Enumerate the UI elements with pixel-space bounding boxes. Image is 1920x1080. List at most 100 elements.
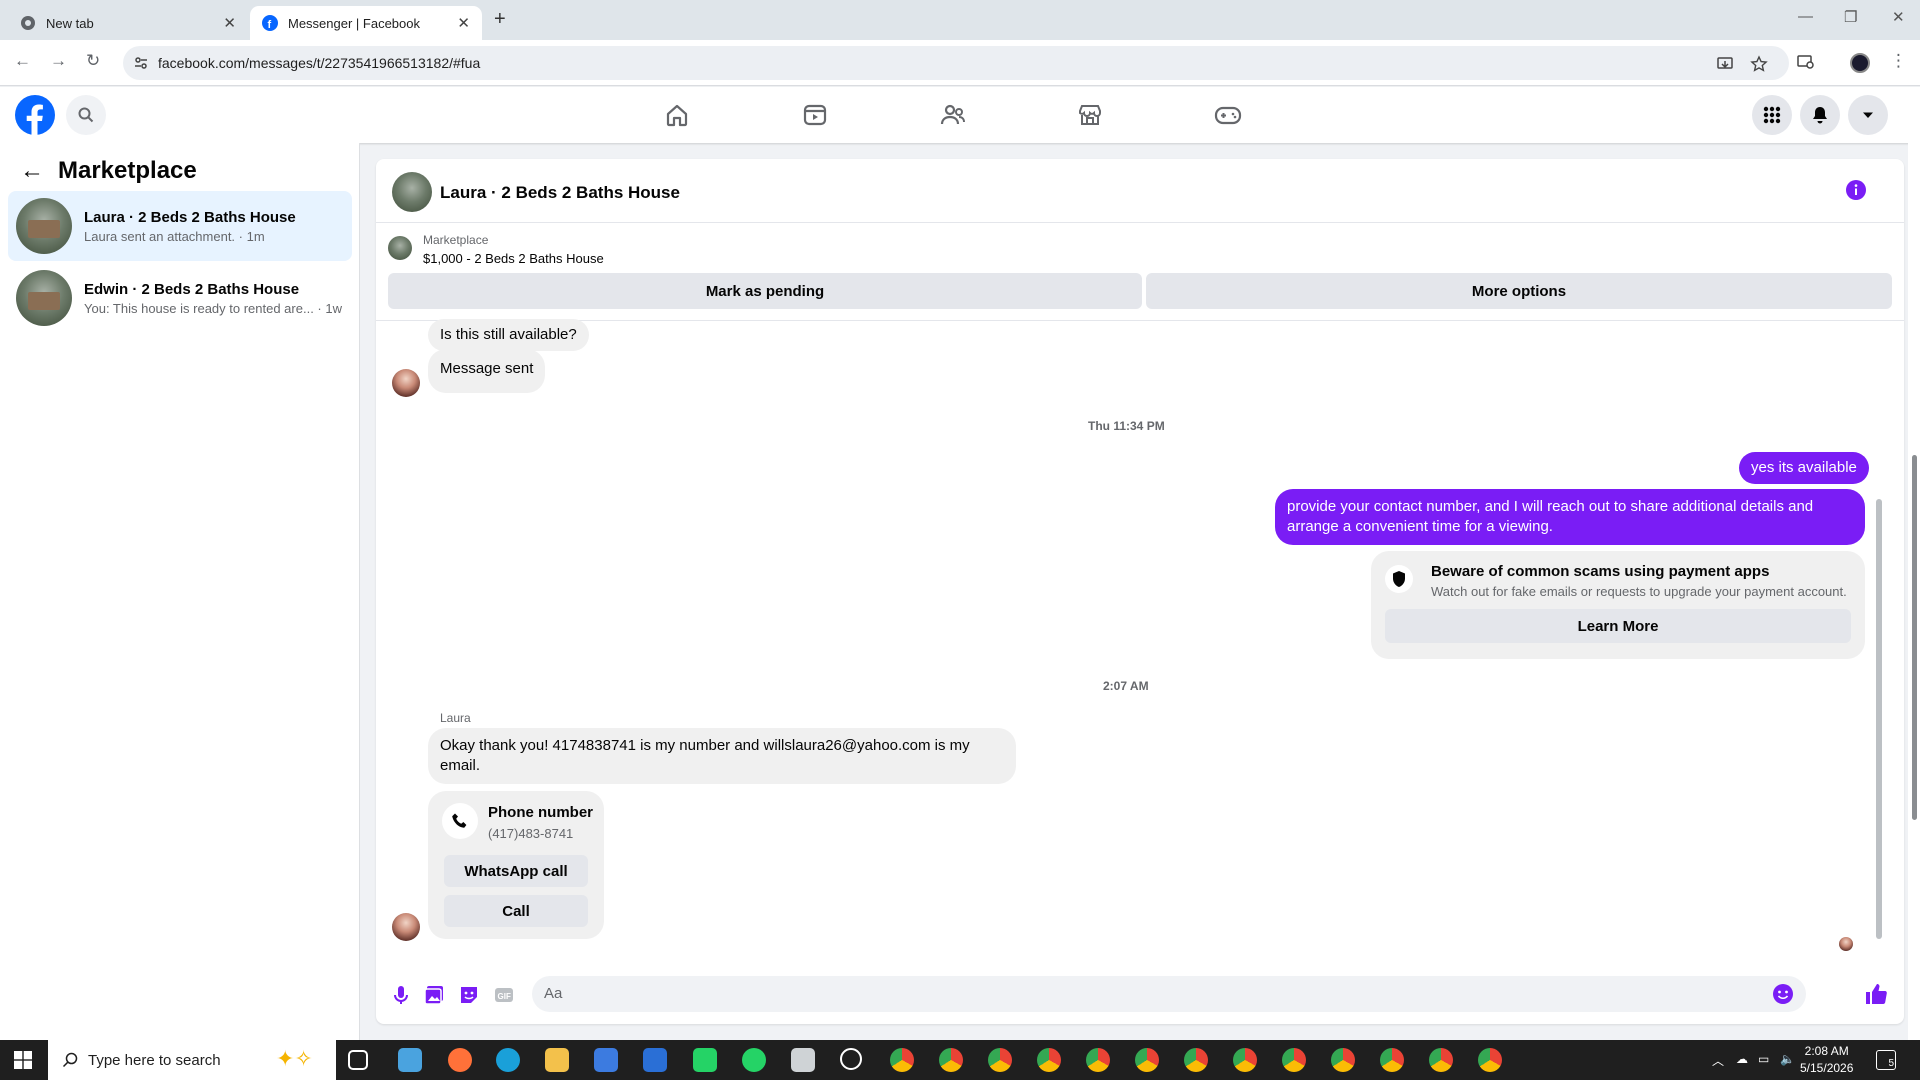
install-app-icon[interactable] (1716, 55, 1734, 73)
message-bubble[interactable]: Message sent (428, 349, 546, 393)
browser-tab-strip: New tab ✕ f Messenger | Facebook ✕ + — ❐… (0, 0, 1920, 40)
minimize-icon[interactable]: — (1798, 8, 1813, 25)
photo-icon[interactable] (423, 984, 445, 1006)
conversation-preview: Laura sent an attachment. · 1m (84, 228, 265, 244)
gaming-icon[interactable] (1214, 101, 1242, 129)
task-view-icon[interactable] (348, 1050, 368, 1070)
learn-more-button[interactable]: Learn More (1385, 609, 1851, 643)
chat-title[interactable]: Laura · 2 Beds 2 Baths House (440, 183, 680, 203)
facebook-logo-icon[interactable] (15, 95, 55, 135)
chrome-icon[interactable] (1086, 1048, 1110, 1072)
phone-card-title: Phone number (488, 804, 594, 821)
listing-thumbnail[interactable] (388, 236, 412, 260)
microphone-icon[interactable] (390, 984, 412, 1006)
sticker-icon[interactable] (458, 984, 480, 1006)
sent-message-bubble[interactable]: yes its available (1739, 452, 1869, 484)
whatsapp-icon[interactable] (742, 1048, 766, 1072)
bookmark-star-icon[interactable] (1750, 55, 1768, 73)
windows-start-icon[interactable] (14, 1051, 32, 1069)
taskbar-clock[interactable]: 2:08 AM 5/15/2026 (1800, 1043, 1853, 1077)
sent-message-bubble[interactable]: provide your contact number, and I will … (1275, 489, 1865, 545)
thumbs-up-icon[interactable] (1864, 982, 1888, 1006)
chrome-icon[interactable] (988, 1048, 1012, 1072)
chrome-icon[interactable] (1037, 1048, 1061, 1072)
back-icon[interactable]: ← (14, 51, 31, 71)
chatgpt-icon[interactable] (840, 1048, 862, 1070)
chat-avatar[interactable] (392, 172, 432, 212)
conversation-item[interactable]: Laura · 2 Beds 2 Baths House Laura sent … (8, 191, 352, 261)
outlook-icon[interactable] (643, 1048, 667, 1072)
media-search-icon[interactable] (1796, 52, 1816, 72)
chrome-icon[interactable] (1331, 1048, 1355, 1072)
close-tab-icon[interactable]: ✕ (223, 14, 236, 32)
call-button[interactable]: Call (444, 895, 588, 927)
volume-icon[interactable]: 🔈 (1780, 1052, 1795, 1066)
taskbar-search-placeholder: Type here to search (88, 1051, 221, 1069)
message-bubble[interactable]: Is this still available? (428, 319, 589, 351)
chrome-icon[interactable] (1478, 1048, 1502, 1072)
notifications-button[interactable] (1800, 95, 1840, 135)
close-tab-icon[interactable]: ✕ (457, 14, 470, 32)
taskbar-search[interactable]: Type here to search ✦✧ (48, 1040, 336, 1080)
search-icon (78, 107, 94, 123)
close-window-icon[interactable]: ✕ (1892, 8, 1905, 26)
site-info-icon[interactable] (133, 55, 149, 71)
account-button[interactable] (1848, 95, 1888, 135)
firefox-icon[interactable] (448, 1048, 472, 1072)
video-icon[interactable] (801, 101, 829, 129)
weather-icon[interactable]: ☁ (1736, 1052, 1748, 1066)
reload-icon[interactable]: ↻ (86, 51, 100, 71)
timestamp: Thu 11:34 PM (1088, 419, 1165, 433)
chrome-icon[interactable] (1233, 1048, 1257, 1072)
message-list: Is this still available? Message sent Th… (376, 319, 1904, 966)
restore-icon[interactable]: ❐ (1844, 8, 1857, 26)
profile-avatar[interactable] (1850, 53, 1870, 73)
more-options-button[interactable]: More options (1146, 273, 1892, 309)
scam-warning-title: Beware of common scams using payment app… (1431, 563, 1770, 580)
tab-new-tab[interactable]: New tab ✕ (8, 6, 248, 40)
fb-search-button[interactable] (66, 95, 106, 135)
marketplace-icon[interactable] (1076, 101, 1104, 129)
mark-pending-button[interactable]: Mark as pending (388, 273, 1142, 309)
menu-grid-button[interactable] (1752, 95, 1792, 135)
store-icon[interactable] (594, 1048, 618, 1072)
listing-price-title[interactable]: $1,000 - 2 Beds 2 Baths House (423, 251, 604, 266)
forward-icon[interactable]: → (50, 51, 67, 71)
gif-icon[interactable]: GIF (493, 984, 515, 1006)
info-icon[interactable] (1846, 180, 1866, 200)
tab-messenger[interactable]: f Messenger | Facebook ✕ (250, 6, 482, 40)
chrome-icon[interactable] (1380, 1048, 1404, 1072)
chrome-icon[interactable] (939, 1048, 963, 1072)
chrome-icon[interactable] (1135, 1048, 1159, 1072)
message-scrollbar[interactable] (1876, 329, 1884, 959)
omnibox[interactable]: facebook.com/messages/t/2273541966513182… (123, 46, 1789, 80)
chrome-icon[interactable] (890, 1048, 914, 1072)
new-tab-button[interactable]: + (494, 8, 506, 31)
chrome-icon[interactable] (1184, 1048, 1208, 1072)
file-explorer-icon[interactable] (545, 1048, 569, 1072)
friends-icon[interactable] (939, 101, 967, 129)
message-bubble[interactable]: Okay thank you! 4174838741 is my number … (428, 728, 1016, 784)
network-icon[interactable]: ▭ (1758, 1052, 1769, 1066)
app-icon[interactable] (791, 1048, 815, 1072)
notepad-icon[interactable] (398, 1048, 422, 1072)
message-scrollbar-thumb[interactable] (1876, 499, 1882, 939)
whatsapp-call-button[interactable]: WhatsApp call (444, 855, 588, 887)
chrome-menu-icon[interactable]: ⋮ (1890, 51, 1907, 71)
whatsapp-business-icon[interactable] (693, 1048, 717, 1072)
page-scrollbar-thumb[interactable] (1912, 455, 1917, 820)
conversation-item[interactable]: Edwin · 2 Beds 2 Baths House You: This h… (8, 263, 352, 333)
chat-panel: Laura · 2 Beds 2 Baths House Marketplace… (376, 159, 1904, 1024)
home-icon[interactable] (663, 101, 691, 129)
listing-source: Marketplace (423, 233, 489, 247)
phone-number-card: Phone number (417)483-8741 WhatsApp call… (428, 791, 604, 939)
emoji-icon[interactable] (1772, 983, 1794, 1005)
chrome-icon[interactable] (1429, 1048, 1453, 1072)
back-arrow-icon[interactable]: ← (20, 157, 44, 185)
tray-chevron-icon[interactable]: ︿ (1712, 1052, 1724, 1069)
edge-icon[interactable] (496, 1048, 520, 1072)
notification-center-icon[interactable]: 5 (1876, 1050, 1896, 1070)
message-input[interactable]: Aa (532, 976, 1806, 1012)
chat-header: Laura · 2 Beds 2 Baths House (376, 159, 1904, 223)
chrome-icon[interactable] (1282, 1048, 1306, 1072)
